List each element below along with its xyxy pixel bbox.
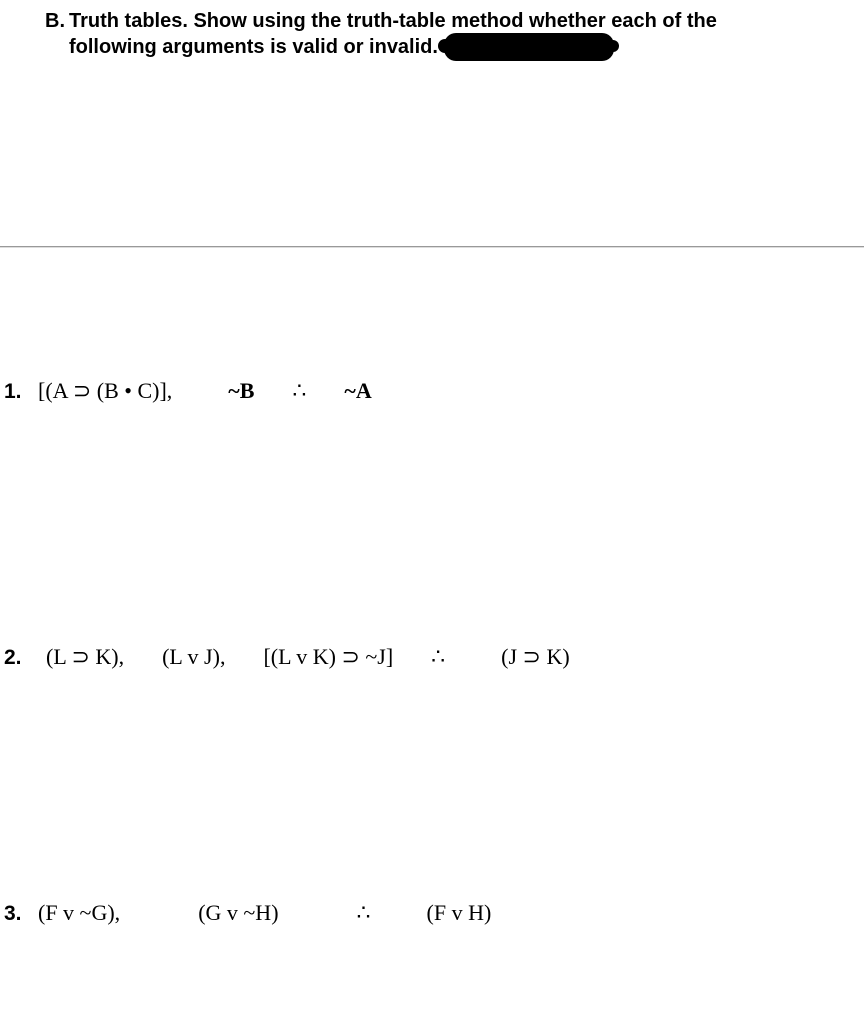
conclusion: (J ⊃ K)	[501, 644, 570, 670]
therefore-symbol: ∴	[357, 900, 371, 926]
premise: ~B	[228, 378, 254, 404]
therefore-symbol: ∴	[292, 378, 306, 404]
conclusion: (F v H)	[427, 900, 492, 926]
header-line1: B. Truth tables. Show using the truth-ta…	[45, 10, 844, 33]
header-line2: following arguments is valid or invalid.	[69, 33, 844, 61]
problem-number: 1.	[4, 380, 38, 404]
header-section: B. Truth tables. Show using the truth-ta…	[0, 0, 864, 71]
problem-2: 2. (L ⊃ K), (L v J), [(L v K) ⊃ ~J] ∴ (J…	[4, 644, 860, 670]
premise: (L ⊃ K),	[46, 644, 124, 670]
problem-number: 3.	[4, 902, 38, 926]
premise: (L v J),	[162, 644, 225, 670]
redaction-mark	[444, 33, 614, 61]
section-label: B.	[45, 10, 65, 32]
problem-1: 1. [(A ⊃ (B • C)], ~B ∴ ~A	[4, 378, 860, 404]
premise: (F v ~G),	[38, 900, 120, 926]
divider-line	[0, 246, 864, 248]
header-text-1: Truth tables. Show using the truth-table…	[69, 10, 717, 32]
problem-3: 3. (F v ~G), (G v ~H) ∴ (F v H)	[4, 900, 860, 926]
therefore-symbol: ∴	[431, 644, 445, 670]
conclusion: ~A	[344, 378, 371, 404]
header-text-2: following arguments is valid or invalid.	[69, 36, 438, 59]
premise: [(L v K) ⊃ ~J]	[263, 644, 393, 670]
premise: [(A ⊃ (B • C)],	[38, 378, 172, 404]
premise: (G v ~H)	[198, 900, 278, 926]
problems-area: 1. [(A ⊃ (B • C)], ~B ∴ ~A 2. (L ⊃ K), (…	[0, 378, 864, 926]
problem-number: 2.	[4, 646, 38, 670]
